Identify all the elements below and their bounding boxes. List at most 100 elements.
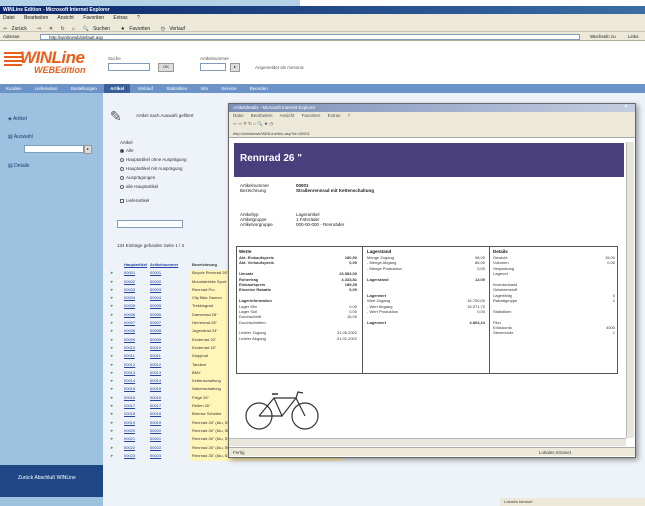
popup-close-icon[interactable]: ✕	[624, 104, 628, 110]
artikelnummer-input[interactable]	[200, 63, 226, 71]
row-hauptartikel[interactable]: 00016	[124, 395, 150, 403]
row-hauptartikel[interactable]: 00010	[124, 345, 150, 353]
row-hauptartikel[interactable]: 00001	[124, 270, 150, 278]
sidebar-auswahl-go[interactable]: ▸	[84, 145, 92, 154]
radio-alle[interactable]: Alle	[120, 148, 134, 153]
popup-home-icon[interactable]: ⌂	[253, 121, 256, 126]
row-artikelnummer[interactable]: 00004	[150, 295, 190, 303]
row-artikelnummer[interactable]: 00005	[150, 303, 190, 311]
row-artikelnummer[interactable]: 00018	[150, 411, 190, 419]
row-hauptartikel[interactable]: 00021	[124, 436, 150, 444]
row-hauptartikel[interactable]: 00019	[124, 420, 150, 428]
filter-input[interactable]	[117, 220, 183, 228]
menu-favorites[interactable]: Favoriten	[83, 15, 104, 21]
row-artikelnummer[interactable]: 00014	[150, 378, 190, 386]
row-hauptartikel[interactable]: 00004	[124, 295, 150, 303]
search-input[interactable]	[108, 63, 150, 71]
sidebar-item-artikel[interactable]: ◈ Artikel	[8, 116, 27, 122]
row-hauptartikel[interactable]: 00013	[124, 370, 150, 378]
sidebar-item-details[interactable]: ▤ Details	[8, 163, 29, 169]
row-artikelnummer[interactable]: 00016	[150, 395, 190, 403]
row-hauptartikel[interactable]: 00020	[124, 428, 150, 436]
popup-scrollbar-horizontal[interactable]	[229, 438, 626, 446]
popup-address-bar[interactable]: http://winlinewb/WINLine/fen.asp?id=0000…	[229, 129, 635, 138]
row-hauptartikel[interactable]: 00022	[124, 445, 150, 453]
radio-auspraegungen[interactable]: Ausprägungen	[120, 175, 155, 180]
nav-lieferanten[interactable]: Lieferanten	[29, 84, 64, 93]
row-artikelnummer[interactable]: 00012	[150, 362, 190, 370]
row-hauptartikel[interactable]: 00012	[124, 362, 150, 370]
row-hauptartikel[interactable]: 00018	[124, 411, 150, 419]
popup-back-icon[interactable]: ⇦	[233, 121, 237, 126]
nav-beenden[interactable]: Beenden	[244, 84, 274, 93]
sidebar-auswahl-input[interactable]	[24, 145, 84, 153]
row-artikelnummer[interactable]: 00017	[150, 403, 190, 411]
nav-kunden[interactable]: Kunden	[0, 84, 28, 93]
menu-file[interactable]: Datei	[3, 15, 15, 21]
row-hauptartikel[interactable]: 00023	[124, 453, 150, 461]
sidebar-item-auswahl[interactable]: ▤ Auswahl	[8, 134, 33, 140]
address-input[interactable]: http://winlinewb/default.asp	[40, 34, 580, 40]
row-artikelnummer[interactable]: 00001	[150, 270, 190, 278]
row-artikelnummer[interactable]: 00020	[150, 428, 190, 436]
links-button[interactable]: Links	[628, 34, 639, 39]
list-header-artikelnummer[interactable]: Artikelnummer	[150, 262, 190, 270]
radio-mit[interactable]: Hauptartikel mit Ausprägung	[120, 166, 183, 171]
menu-edit[interactable]: Bearbeiten	[24, 15, 48, 21]
nav-info[interactable]: Info	[194, 84, 214, 93]
go-button[interactable]: Wechseln zu	[590, 34, 616, 39]
row-artikelnummer[interactable]: 00022	[150, 445, 190, 453]
popup-menu-view[interactable]: Ansicht	[280, 113, 295, 118]
popup-stop-icon[interactable]: ✕	[243, 121, 247, 126]
row-artikelnummer[interactable]: 00019	[150, 420, 190, 428]
popup-menu-edit[interactable]: Bearbeiten	[251, 113, 273, 118]
search-go-button[interactable]: OK	[158, 63, 174, 72]
popup-menu-favorites[interactable]: Favoriten	[302, 113, 321, 118]
row-artikelnummer[interactable]: 00006	[150, 312, 190, 320]
popup-scrollbar-vertical[interactable]	[626, 142, 634, 438]
row-artikelnummer[interactable]: 00015	[150, 386, 190, 394]
popup-search-icon[interactable]: 🔍	[257, 121, 263, 126]
popup-forward-icon[interactable]: ⇨	[238, 121, 242, 126]
nav-verkauf[interactable]: Verkauf	[132, 84, 159, 93]
popup-refresh-icon[interactable]: ↻	[248, 121, 252, 126]
row-hauptartikel[interactable]: 00017	[124, 403, 150, 411]
nav-bestellungen[interactable]: Bestellungen	[65, 84, 103, 93]
nav-statistiken[interactable]: Statistiken	[160, 84, 193, 93]
menu-help[interactable]: ?	[137, 15, 140, 21]
nav-service[interactable]: Service	[215, 84, 242, 93]
row-hauptartikel[interactable]: 00009	[124, 337, 150, 345]
row-artikelnummer[interactable]: 00007	[150, 320, 190, 328]
row-hauptartikel[interactable]: 00014	[124, 378, 150, 386]
row-hauptartikel[interactable]: 00003	[124, 287, 150, 295]
nav-artikel[interactable]: Artikel	[104, 84, 131, 93]
popup-menu-help[interactable]: ?	[348, 113, 351, 118]
row-hauptartikel[interactable]: 00008	[124, 328, 150, 336]
radio-ohne[interactable]: Hauptartikel ohne Ausprägung	[120, 157, 187, 162]
artikelnummer-go-button[interactable]: ▸	[230, 63, 240, 72]
row-hauptartikel[interactable]: 00015	[124, 386, 150, 394]
row-artikelnummer[interactable]: 00021	[150, 436, 190, 444]
row-artikelnummer[interactable]: 00003	[150, 287, 190, 295]
row-artikelnummer[interactable]: 00023	[150, 453, 190, 461]
row-artikelnummer[interactable]: 00010	[150, 345, 190, 353]
lieferartikel-checkbox[interactable]: Lieferartikel	[120, 198, 149, 203]
row-hauptartikel[interactable]: 00005	[124, 303, 150, 311]
row-hauptartikel[interactable]: 00011	[124, 353, 150, 361]
popup-history-icon[interactable]: ◷	[269, 121, 273, 126]
menu-view[interactable]: Ansicht	[57, 15, 73, 21]
row-hauptartikel[interactable]: 00007	[124, 320, 150, 328]
radio-hauptartikel[interactable]: alle Hauptartikel	[120, 184, 158, 189]
menu-tools[interactable]: Extras	[113, 15, 127, 21]
popup-menu-file[interactable]: Datei	[233, 113, 244, 118]
row-artikelnummer[interactable]: 00011	[150, 353, 190, 361]
row-artikelnummer[interactable]: 00008	[150, 328, 190, 336]
row-hauptartikel[interactable]: 00006	[124, 312, 150, 320]
row-artikelnummer[interactable]: 00009	[150, 337, 190, 345]
row-artikelnummer[interactable]: 00002	[150, 279, 190, 287]
sidebar-back-link[interactable]: Zurück Abschluß WINLine	[0, 465, 103, 497]
popup-favorites-icon[interactable]: ★	[264, 121, 268, 126]
list-header-hauptartikel[interactable]: Hauptartikel	[124, 262, 150, 270]
popup-menu-tools[interactable]: Extras	[328, 113, 341, 118]
row-hauptartikel[interactable]: 00002	[124, 279, 150, 287]
